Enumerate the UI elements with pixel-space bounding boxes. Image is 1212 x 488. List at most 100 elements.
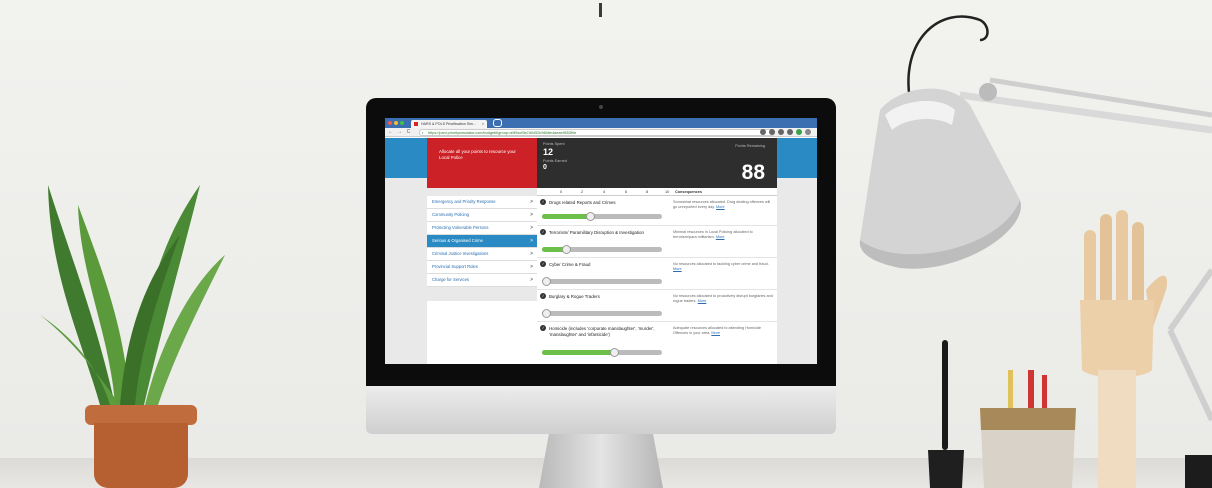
sidebar-item-emergency[interactable]: Emergency and Priority Response > (427, 196, 537, 209)
tab-close-icon[interactable]: × (482, 120, 484, 128)
more-link[interactable]: More (716, 235, 725, 239)
sidebar-item-label: Serious & Organised Crime (432, 238, 483, 243)
more-link[interactable]: More (716, 205, 725, 209)
item-title: Homicide (includes 'corporate manslaught… (549, 326, 655, 337)
chevron-right-icon: > (530, 264, 533, 270)
menu-dots-icon[interactable] (805, 129, 811, 135)
item-title: Burglary & Rogue Traders (549, 294, 600, 299)
sidebar-item-charges[interactable]: Charge for Services > (427, 274, 537, 287)
chevron-right-icon: > (530, 212, 533, 218)
favicon-icon (414, 122, 418, 126)
address-bar: ← → C ▪ https://pani.prioritysimulator.c… (385, 128, 817, 137)
item-title: Drugs related Reports and Crimes (549, 200, 616, 205)
extension-icon[interactable] (760, 129, 766, 135)
allocation-slider[interactable] (542, 277, 662, 286)
points-scale: 0 2 4 6 8 10 Consequences (537, 188, 777, 196)
info-icon[interactable]: i (540, 293, 546, 299)
more-link[interactable]: More (673, 267, 682, 271)
instruction-text: Allocate all your points to resource you… (439, 149, 516, 160)
back-arrow-icon[interactable]: ← (387, 129, 394, 136)
plant-leaves (40, 185, 225, 405)
wall-nail (599, 3, 602, 17)
sidebar-item-vulnerable[interactable]: Protecting Vulnerable Persons > (427, 222, 537, 235)
extension-icon[interactable] (787, 129, 793, 135)
consequence-text: Minimal resources in Local Policing allo… (673, 230, 753, 240)
extension-icon[interactable] (778, 129, 784, 135)
points-spent-value: 12 (543, 147, 554, 157)
chevron-right-icon: > (530, 277, 533, 283)
new-tab-button[interactable] (493, 119, 502, 127)
apple-logo-icon (588, 394, 614, 424)
wooden-hand-model (1062, 210, 1172, 488)
slider-handle[interactable] (561, 245, 571, 254)
allocation-slider[interactable] (542, 212, 662, 221)
scale-tick: 8 (646, 190, 649, 194)
sidebar-item-label: Provincial Support Roles (432, 264, 478, 269)
allocation-list: i Drugs related Reports and Crimes Somew… (537, 196, 777, 364)
consequence-text: Adequate resources allocated to attendin… (673, 326, 762, 336)
minimize-window-icon[interactable] (394, 121, 398, 125)
sidebar-item-label: Criminal Justice Investigations (432, 251, 489, 256)
chevron-right-icon: > (530, 199, 533, 205)
item-title: Cyber Crime & Fraud (549, 262, 591, 267)
sidebar-item-label: Charge for Services (432, 277, 470, 282)
allocation-slider[interactable] (542, 309, 662, 318)
browser-tab[interactable]: HARS & POLS Prioritisation Sim... × (411, 120, 487, 128)
profile-avatar[interactable] (796, 129, 802, 135)
header-band-right (777, 138, 817, 178)
list-item: i Burglary & Rogue Traders No resources … (537, 290, 777, 322)
scale-tick: 0 (560, 190, 563, 194)
forward-arrow-icon[interactable]: → (396, 129, 403, 136)
plant-pot (85, 405, 197, 488)
webcam (599, 105, 603, 109)
consequences-header: Consequences (675, 190, 703, 194)
sidebar-item-label: Emergency and Priority Response (432, 199, 496, 204)
more-link[interactable]: More (711, 331, 720, 335)
scale-tick: 10 (665, 190, 670, 194)
maximize-window-icon[interactable] (400, 121, 404, 125)
reload-icon[interactable]: C (405, 129, 412, 136)
sidebar-item-community[interactable]: Community Policing > (427, 209, 537, 222)
consequence-text: Somewhat resources allocated. Drug deali… (673, 200, 771, 210)
chevron-right-icon: > (530, 251, 533, 257)
monitor-screen: HARS & POLS Prioritisation Sim... × ← → … (385, 118, 817, 364)
extension-icon[interactable] (769, 129, 775, 135)
allocation-slider[interactable] (542, 348, 662, 357)
chevron-right-icon: > (530, 238, 533, 244)
info-icon[interactable]: i (540, 199, 546, 205)
tab-title: HARS & POLS Prioritisation Sim... (421, 122, 476, 126)
browser-tab-bar: HARS & POLS Prioritisation Sim... × (385, 118, 817, 128)
pen-holder (926, 340, 966, 488)
close-window-icon[interactable] (388, 121, 392, 125)
sidebar-item-criminal-justice[interactable]: Criminal Justice Investigations > (427, 248, 537, 261)
sidebar-item-label: Community Policing (432, 212, 470, 217)
points-panel: Points Spent 12 Points Earned 0 Points R… (537, 138, 777, 188)
extension-icons (760, 129, 811, 135)
info-icon[interactable]: i (540, 261, 546, 267)
sidebar-item-provincial[interactable]: Provincial Support Roles > (427, 261, 537, 274)
lock-icon: ▪ (422, 131, 424, 135)
slider-handle[interactable] (609, 348, 619, 357)
url-text: https://pani.prioritysimulator.com/budge… (428, 131, 577, 135)
slider-handle[interactable] (585, 212, 595, 221)
scale-tick: 2 (581, 190, 584, 194)
imac-computer: HARS & POLS Prioritisation Sim... × ← → … (366, 98, 836, 488)
allocation-slider[interactable] (542, 245, 662, 254)
list-item: i Homicide (includes 'corporate manslaug… (537, 322, 777, 364)
points-remaining-label: Points Remaining (735, 144, 765, 148)
url-input[interactable]: ▪ https://pani.prioritysimulator.com/bud… (419, 129, 775, 136)
monitor-stand (539, 434, 663, 488)
slider-handle[interactable] (542, 277, 551, 286)
info-icon[interactable]: i (540, 325, 546, 331)
more-link[interactable]: More (698, 299, 707, 303)
scale-tick: 6 (625, 190, 628, 194)
info-icon[interactable]: i (540, 229, 546, 235)
sidebar-item-label: Protecting Vulnerable Persons (432, 225, 489, 230)
list-item: i Cyber Crime & Fraud No resources alloc… (537, 258, 777, 290)
list-item: i Terrorism/ Paramilitary Disruption & I… (537, 226, 777, 258)
sidebar-item-organised-crime[interactable]: Serious & Organised Crime > (427, 235, 537, 248)
slider-handle[interactable] (542, 309, 551, 318)
consequence-text: No resources allocated to proactively di… (673, 294, 773, 304)
consequence-text: No resources allocated to tackling cyber… (673, 262, 769, 272)
web-page: Allocate all your points to resource you… (385, 138, 817, 364)
